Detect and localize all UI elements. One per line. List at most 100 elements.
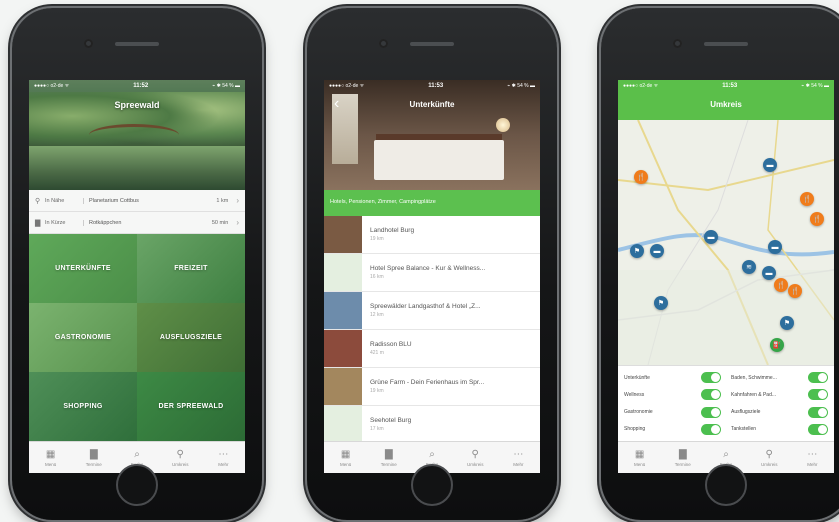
tab-termine[interactable]: ▇ Termine bbox=[72, 442, 115, 473]
battery: ⌁ ✱ 54 % ▬ bbox=[801, 83, 829, 89]
more-icon: ⋯ bbox=[513, 448, 524, 460]
restaurant-pin-icon[interactable]: 🍴 bbox=[810, 212, 824, 226]
hiking-pin-icon[interactable]: ⚑ bbox=[630, 244, 644, 258]
list-item[interactable]: Radisson BLU 421 m bbox=[324, 330, 540, 368]
carrier: ●●●●○ o2-de ᯤ bbox=[329, 83, 365, 89]
search-icon: ⌕ bbox=[723, 448, 729, 460]
carrier: ●●●●○ o2-de ᯤ bbox=[623, 83, 659, 89]
screen-home: ●●●●○ o2-de ᯤ 11:52 ⌁ ✱ 54 % ▬ Spreewald… bbox=[29, 80, 245, 473]
restaurant-pin-icon[interactable]: 🍴 bbox=[774, 278, 788, 292]
battery: ⌁ ✱ 54 % ▬ bbox=[507, 83, 535, 89]
map-roads bbox=[618, 120, 834, 365]
camera bbox=[379, 39, 388, 48]
grid-icon: ▦ bbox=[340, 448, 351, 460]
switch-on[interactable] bbox=[701, 406, 721, 418]
switch-on[interactable] bbox=[701, 423, 721, 435]
toggle-tankstellen[interactable]: Tankstellen bbox=[731, 421, 828, 438]
restaurant-pin-icon[interactable]: 🍴 bbox=[800, 192, 814, 206]
thumbnail bbox=[324, 368, 362, 405]
tab-umkreis[interactable]: ⚲ Umkreis bbox=[454, 442, 497, 473]
hiking-pin-icon[interactable]: ⚑ bbox=[780, 316, 794, 330]
list-item[interactable]: Hotel Spree Balance - Kur & Wellness... 1… bbox=[324, 254, 540, 292]
toggle-ausflugsziele[interactable]: Ausflugsziele bbox=[731, 404, 828, 421]
tab-mehr[interactable]: ⋯ Mehr bbox=[202, 442, 245, 473]
nearby-value: Planetarium Cottbus bbox=[83, 197, 216, 204]
search-icon: ⌕ bbox=[429, 448, 435, 460]
status-bar: ●●●●○ o2-de ᯤ 11:53 ⌁ ✱ 54 % ▬ bbox=[324, 80, 540, 92]
list-item[interactable]: Seehotel Burg 17 km bbox=[324, 406, 540, 444]
pin-icon: ⚲ bbox=[471, 448, 479, 460]
list-item[interactable]: Landhotel Burg 19 km bbox=[324, 216, 540, 254]
screen-list: ●●●●○ o2-de ᯤ 11:53 ⌁ ✱ 54 % ▬ ‹ Unterkü… bbox=[324, 80, 540, 473]
switch-on[interactable] bbox=[808, 372, 828, 383]
hotel-pin-icon[interactable]: ▬ bbox=[650, 244, 664, 258]
list-item[interactable]: Grüne Farm - Dein Ferienhaus im Spr... 19… bbox=[324, 368, 540, 406]
toggle-shopping[interactable]: Shopping bbox=[624, 421, 721, 438]
folder-icon: ▇ bbox=[89, 448, 98, 460]
upcoming-label: In Kürze bbox=[45, 219, 66, 226]
filter-toggles: Unterkünfte Baden, Schwimme... Wellness … bbox=[618, 365, 834, 441]
switch-on[interactable] bbox=[701, 372, 721, 383]
tile-der-spreewald[interactable]: DER SPREEWALD bbox=[137, 372, 245, 441]
tab-umkreis[interactable]: ⚲ Umkreis bbox=[748, 442, 791, 473]
screen-map: ●●●●○ o2-de ᯤ 11:53 ⌁ ✱ 54 % ▬ Umkreis 🍴… bbox=[618, 80, 834, 473]
tab-termine[interactable]: ▇ Termine bbox=[367, 442, 410, 473]
toggle-unterkuenfte[interactable]: Unterkünfte bbox=[624, 369, 721, 386]
toggle-baden[interactable]: Baden, Schwimme... bbox=[731, 369, 828, 386]
grid-icon: ▦ bbox=[45, 448, 56, 460]
folder-icon: ▇ bbox=[384, 448, 393, 460]
upcoming-value: Rotkäppchen bbox=[83, 219, 212, 226]
camera bbox=[84, 39, 93, 48]
upcoming-time: 50 min bbox=[211, 219, 229, 226]
tab-umkreis[interactable]: ⚲ Umkreis bbox=[159, 442, 202, 473]
fuel-pin-icon[interactable]: ⛽ bbox=[770, 338, 784, 352]
tab-menu[interactable]: ▦ Menü bbox=[324, 442, 367, 473]
tab-termine[interactable]: ▇ Termine bbox=[661, 442, 704, 473]
nearby-distance: 1 km bbox=[216, 197, 229, 204]
hotel-pin-icon[interactable]: ▬ bbox=[762, 266, 776, 280]
hotel-list: Landhotel Burg 19 km Hotel Spree Balance … bbox=[324, 216, 540, 444]
hotel-pin-icon[interactable]: ▬ bbox=[704, 230, 718, 244]
restaurant-pin-icon[interactable]: 🍴 bbox=[788, 284, 802, 298]
phone-unterkuenfte: ●●●●○ o2-de ᯤ 11:53 ⌁ ✱ 54 % ▬ ‹ Unterkü… bbox=[307, 8, 557, 520]
list-item[interactable]: Spreewälder Landgasthof & Hotel „Z... 12 … bbox=[324, 292, 540, 330]
nearby-row[interactable]: ⚲ In Nähe Planetarium Cottbus 1 km › bbox=[29, 190, 245, 212]
tile-ausflugsziele[interactable]: AUSFLUGSZIELE bbox=[137, 303, 245, 372]
calendar-icon: ▇ bbox=[35, 219, 41, 227]
toggle-gastronomie[interactable]: Gastronomie bbox=[624, 404, 721, 421]
switch-on[interactable] bbox=[808, 423, 828, 435]
more-icon: ⋯ bbox=[807, 448, 818, 460]
map-view[interactable]: 🍴 ▬ 🍴 🍴 ▬ ⚑ ▬ ▬ ≋ ▬ 🍴 🍴 ⚑ ⚑ ⛽ bbox=[618, 120, 834, 365]
folder-icon: ▇ bbox=[678, 448, 687, 460]
camera bbox=[673, 39, 682, 48]
switch-on[interactable] bbox=[808, 389, 828, 401]
hiking-pin-icon[interactable]: ⚑ bbox=[654, 296, 668, 310]
toggle-wellness[interactable]: Wellness bbox=[624, 386, 721, 403]
upcoming-row[interactable]: ▇ In Kürze Rotkäppchen 50 min › bbox=[29, 212, 245, 234]
clock: 11:52 bbox=[133, 83, 149, 89]
tile-unterkuenfte[interactable]: UNTERKÜNFTE bbox=[29, 234, 137, 303]
tile-gastronomie[interactable]: GASTRONOMIE bbox=[29, 303, 137, 372]
toggle-kahnfahren[interactable]: Kahnfahren & Pad... bbox=[731, 386, 828, 403]
switch-on[interactable] bbox=[701, 389, 721, 401]
tab-menu[interactable]: ▦ Menü bbox=[29, 442, 72, 473]
tab-mehr[interactable]: ⋯ Mehr bbox=[791, 442, 834, 473]
tile-shopping[interactable]: SHOPPING bbox=[29, 372, 137, 441]
restaurant-pin-icon[interactable]: 🍴 bbox=[634, 170, 648, 184]
pin-icon: ⚲ bbox=[176, 448, 184, 460]
page-title: Spreewald bbox=[114, 100, 160, 110]
tab-menu[interactable]: ▦ Menü bbox=[618, 442, 661, 473]
hotel-pin-icon[interactable]: ▬ bbox=[768, 240, 782, 254]
tab-mehr[interactable]: ⋯ Mehr bbox=[497, 442, 540, 473]
hotel-pin-icon[interactable]: ▬ bbox=[763, 158, 777, 172]
home-button[interactable] bbox=[116, 464, 158, 506]
wellness-pin-icon[interactable]: ≋ bbox=[742, 260, 756, 274]
speaker bbox=[115, 42, 159, 46]
home-button[interactable] bbox=[411, 464, 453, 506]
carrier: ●●●●○ o2-de ᯤ bbox=[34, 83, 70, 89]
home-button[interactable] bbox=[705, 464, 747, 506]
tile-freizeit[interactable]: FREIZEIT bbox=[137, 234, 245, 303]
thumbnail bbox=[324, 254, 362, 291]
switch-on[interactable] bbox=[808, 406, 828, 418]
thumbnail bbox=[324, 216, 362, 253]
